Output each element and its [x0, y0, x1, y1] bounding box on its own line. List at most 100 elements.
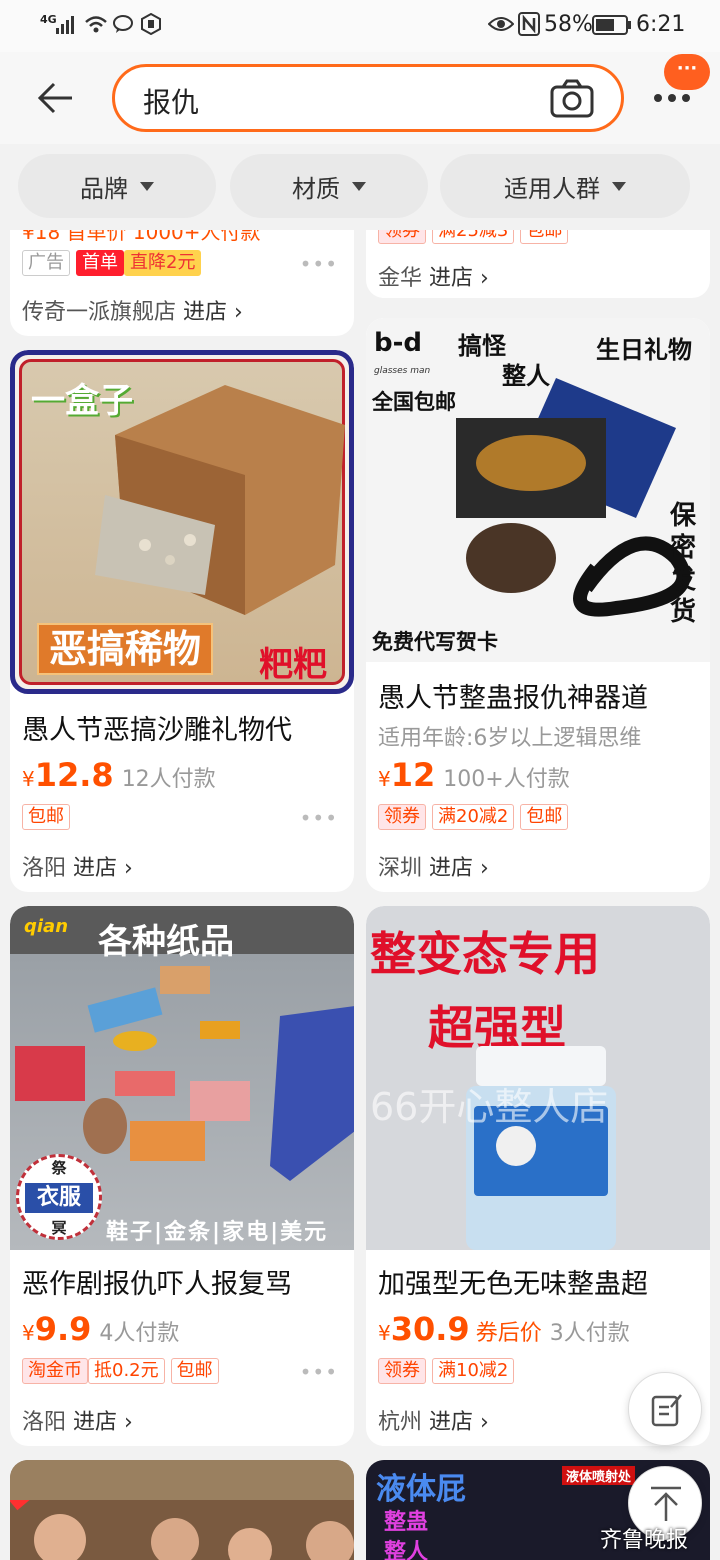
product-card-partial-right[interactable]: 领券 满25减3 包邮 金华 进店 ›	[366, 230, 710, 298]
sold-count: 4人付款	[99, 1321, 180, 1346]
search-input[interactable]: 报仇	[143, 81, 199, 121]
shop-row[interactable]: 洛阳 进店 ›	[22, 850, 133, 882]
signal-icon	[56, 16, 74, 34]
price: 12.8	[34, 756, 114, 794]
tag-offset: 抵0.2元	[88, 1358, 165, 1384]
banner-discreet: 保密发货	[670, 501, 697, 627]
filter-material[interactable]: 材质	[230, 154, 428, 218]
filter-brand-label: 品牌	[80, 174, 128, 203]
tag-first-order: 首单	[76, 250, 124, 276]
shop-name: 洛阳	[22, 856, 67, 881]
back-arrow-icon[interactable]	[36, 80, 76, 116]
shop-name: 深圳	[378, 856, 423, 881]
shop-row[interactable]: 深圳 进店 ›	[378, 850, 489, 882]
shop-row[interactable]: 传奇一派旗舰店 进店 ›	[22, 294, 243, 326]
camera-icon[interactable]	[549, 79, 595, 119]
tag-row: 领券 满10减2	[378, 1358, 520, 1384]
product-card[interactable]: qian 各种纸品 祭 衣服 冥 鞋子|金条|家电|美元 恶作剧报仇吓人报复骂 …	[10, 906, 354, 1446]
price-row: ¥9.9 4人付款	[22, 1310, 180, 1348]
product-title[interactable]: 愚人节恶搞沙雕礼物代	[22, 708, 292, 747]
tag-row: 包邮	[22, 804, 76, 830]
chevron-down-icon	[140, 181, 154, 191]
sold-count: 12人付款	[121, 767, 216, 792]
chevron-down-icon	[352, 181, 366, 191]
enter-shop-link[interactable]: 进店 ›	[429, 856, 489, 881]
product-title[interactable]: 愚人节整蛊报仇神器道	[378, 676, 648, 715]
shop-name: 洛阳	[22, 1410, 67, 1435]
product-title[interactable]: 加强型无色无味整蛊超	[378, 1262, 648, 1301]
spray-bottle-illustration	[466, 1046, 616, 1250]
enter-shop-link[interactable]: 进店 ›	[73, 1410, 133, 1435]
wifi-icon	[85, 16, 107, 33]
more-options-icon[interactable]: •••	[300, 806, 338, 830]
product-card[interactable]: 一盒子 恶搞稀物 粑粑 愚人节恶搞沙雕礼物代 ¥12.8 12人付款 包邮 •••…	[10, 350, 354, 892]
status-bar: 4G 58% 6:21	[0, 0, 720, 52]
search-box[interactable]: 报仇	[112, 64, 624, 132]
tag-coupon: 领券	[378, 804, 426, 830]
enter-shop-link[interactable]: 进店 ›	[429, 266, 489, 291]
badge-mid: 衣服	[25, 1183, 93, 1213]
enter-shop-link[interactable]: 进店 ›	[429, 1410, 489, 1435]
tag-coupon: 领券	[378, 230, 426, 244]
watermark-logo: 齐鲁晚报	[600, 1528, 689, 1553]
clock: 6:21	[636, 12, 686, 37]
tag-coupon: 领券	[378, 1358, 426, 1384]
tag-free-shipping: 包邮	[22, 804, 70, 830]
battery-icon	[592, 15, 631, 35]
filter-audience[interactable]: 适用人群	[440, 154, 690, 218]
product-card-partial-left[interactable]: ¥18 首单价 1000+人付款 广告 首单 直降2元 ••• 传奇一派旗舰店 进店…	[10, 230, 354, 336]
product-card-partial-bottom-left[interactable]: HOT	[10, 1460, 354, 1560]
tag-discount: 满10减2	[432, 1358, 515, 1384]
product-title[interactable]: 恶作剧报仇吓人报复骂	[22, 1262, 292, 1301]
banner-prank: 搞怪	[458, 332, 506, 360]
feedback-button[interactable]	[628, 1372, 702, 1446]
shop-row[interactable]: 洛阳 进店 ›	[22, 1404, 133, 1436]
banner-1: 整变态专用	[370, 927, 600, 981]
search-header: 报仇 ···	[0, 52, 720, 144]
tag-row: 淘金币 抵0.2元 包邮	[22, 1358, 225, 1384]
message-icon	[113, 15, 133, 33]
partial-right-tags: 领券 满25减3 包邮	[378, 230, 574, 244]
shop-row[interactable]: 杭州 进店 ›	[378, 1404, 489, 1436]
tag-ad: 广告	[22, 250, 70, 276]
badge-bottom: 冥	[51, 1219, 67, 1237]
badge-top: 祭	[51, 1159, 67, 1177]
brand-logo: b-d	[374, 328, 423, 358]
message-badge[interactable]: ···	[664, 54, 710, 90]
product-card[interactable]: 整变态专用 超强型 66开心整人店 加强型无色无味整蛊超 ¥30.9 券后价 3人付…	[366, 906, 710, 1446]
sold-count: 3人付款	[549, 1321, 630, 1346]
people-photo	[10, 1460, 354, 1560]
filter-brand[interactable]: 品牌	[18, 154, 216, 218]
prank-gift-box-illustration	[456, 378, 691, 617]
banner-side: 粑粑	[259, 645, 327, 685]
product-image[interactable]: 一盒子 恶搞稀物 粑粑	[10, 350, 354, 694]
enter-shop-link[interactable]: 进店 ›	[183, 300, 243, 325]
filter-bar: 品牌 材质 适用人群	[0, 144, 720, 230]
filter-material-label: 材质	[292, 174, 340, 203]
product-image[interactable]: b-d glasses man 搞怪 整人 生日礼物 全国包邮 保密发货 免费代…	[366, 318, 710, 662]
paper-clothes-badge: 祭 衣服 冥	[16, 1154, 102, 1240]
network-type: 4G	[40, 13, 57, 26]
shop-name: 传奇一派旗舰店	[22, 300, 177, 325]
arrow-up-icon	[651, 1486, 681, 1521]
product-card[interactable]: b-d glasses man 搞怪 整人 生日礼物 全国包邮 保密发货 免费代…	[366, 318, 710, 892]
price: 12	[390, 756, 436, 794]
tag-discount: 满20减2	[432, 804, 515, 830]
price-note: 券后价	[475, 1321, 542, 1346]
more-options-icon[interactable]: •••	[300, 1360, 338, 1384]
partial-price-row: ¥18 首单价 1000+人付款	[22, 230, 261, 244]
bottom-banner-3: 整人	[384, 1540, 429, 1560]
product-image[interactable]: 整变态专用 超强型 66开心整人店	[366, 906, 710, 1250]
tag-price-drop: 直降2元	[124, 250, 202, 276]
bottom-banner: 液体屁	[376, 1472, 466, 1507]
enter-shop-link[interactable]: 进店 ›	[73, 856, 133, 881]
more-options-icon[interactable]: •••	[300, 252, 338, 276]
shop-row[interactable]: 金华 进店 ›	[378, 260, 489, 292]
banner-top-left: qian	[24, 916, 69, 937]
chevron-down-icon	[612, 181, 626, 191]
product-image[interactable]: qian 各种纸品 祭 衣服 冥 鞋子|金条|家电|美元	[10, 906, 354, 1250]
partial-left-tags: 广告 首单 直降2元	[22, 250, 207, 276]
banner-top: 一盒子	[31, 381, 133, 421]
price: 9.9	[34, 1310, 92, 1348]
edit-icon	[651, 1394, 682, 1427]
